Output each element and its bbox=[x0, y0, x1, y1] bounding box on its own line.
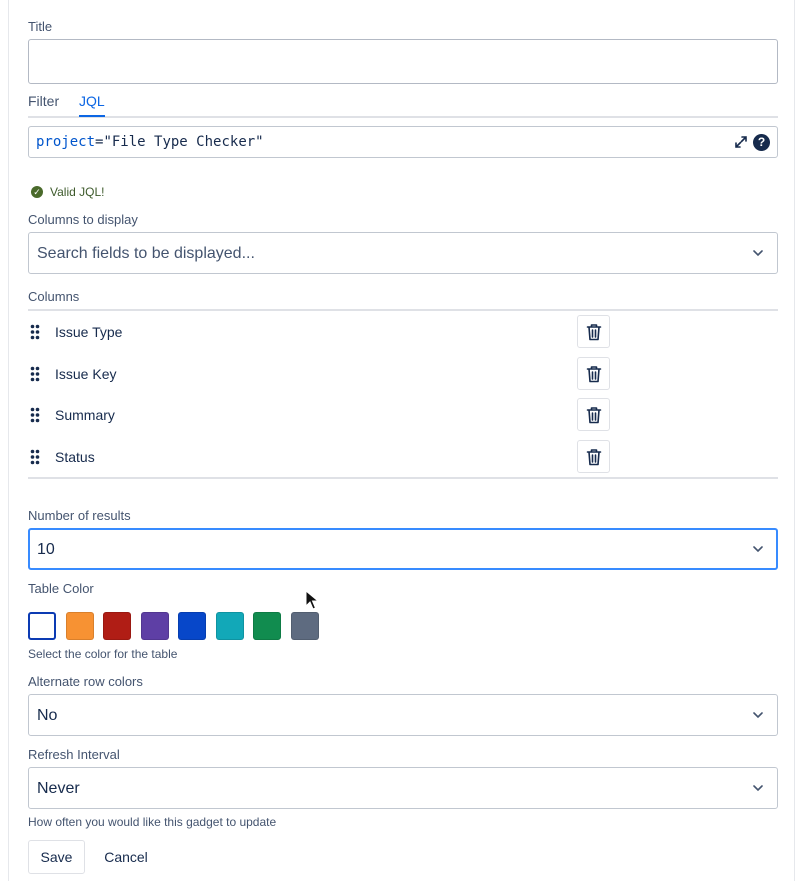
column-name: Issue Type bbox=[55, 324, 123, 340]
jql-query-text: project="File Type Checker" bbox=[36, 134, 264, 150]
check-circle-icon: ✓ bbox=[31, 186, 43, 198]
cancel-button[interactable]: Cancel bbox=[95, 840, 157, 874]
trash-icon bbox=[586, 449, 602, 466]
delete-column-button[interactable] bbox=[577, 398, 610, 431]
jql-editor[interactable]: project="File Type Checker" ? bbox=[28, 126, 778, 158]
chevron-down-icon bbox=[753, 546, 763, 553]
column-name: Status bbox=[55, 449, 95, 465]
table-color-label: Table Color bbox=[28, 581, 94, 596]
tab-filter[interactable]: Filter bbox=[28, 93, 59, 109]
alternate-row-colors-value: No bbox=[37, 707, 58, 724]
chevron-down-icon bbox=[753, 712, 763, 719]
color-swatch-teal[interactable] bbox=[216, 612, 244, 640]
table-color-hint: Select the color for the table bbox=[28, 647, 178, 661]
number-of-results-value: 10 bbox=[37, 541, 55, 558]
columns-divider-top bbox=[28, 309, 778, 311]
trash-icon bbox=[586, 324, 602, 341]
column-row: Issue Key bbox=[28, 357, 618, 391]
column-row: Issue Type bbox=[28, 315, 618, 349]
trash-icon bbox=[586, 366, 602, 383]
save-button[interactable]: Save bbox=[28, 840, 85, 874]
active-tab-indicator bbox=[79, 115, 105, 117]
columns-label: Columns bbox=[28, 289, 80, 304]
jql-valid-message: Valid JQL! bbox=[50, 185, 105, 199]
column-row: Status bbox=[28, 440, 618, 474]
refresh-interval-select[interactable]: Never bbox=[28, 767, 778, 809]
number-of-results-select[interactable]: 10 bbox=[28, 528, 778, 570]
alternate-row-colors-select[interactable]: No bbox=[28, 694, 778, 736]
chevron-down-icon bbox=[753, 250, 763, 257]
jql-value: "File Type Checker" bbox=[103, 134, 264, 150]
refresh-interval-hint: How often you would like this gadget to … bbox=[28, 815, 277, 829]
query-mode-tabs: Filter JQL bbox=[28, 92, 778, 118]
drag-handle-icon[interactable] bbox=[30, 366, 40, 382]
panel-left-edge bbox=[8, 0, 9, 881]
refresh-interval-label: Refresh Interval bbox=[28, 747, 120, 762]
delete-column-button[interactable] bbox=[577, 440, 610, 473]
column-name: Issue Key bbox=[55, 366, 117, 382]
delete-column-button[interactable] bbox=[577, 357, 610, 390]
refresh-interval-value: Never bbox=[37, 780, 80, 797]
column-row: Summary bbox=[28, 398, 618, 432]
delete-column-button[interactable] bbox=[577, 315, 610, 348]
columns-search-placeholder: Search fields to be displayed... bbox=[37, 245, 255, 262]
title-label: Title bbox=[28, 19, 53, 34]
color-swatch-gray[interactable] bbox=[291, 612, 319, 640]
mouse-pointer-icon bbox=[305, 590, 319, 610]
columns-to-display-label: Columns to display bbox=[28, 212, 138, 227]
chevron-down-icon bbox=[753, 785, 763, 792]
number-of-results-label: Number of results bbox=[28, 508, 131, 523]
columns-search-select[interactable]: Search fields to be displayed... bbox=[28, 232, 778, 274]
column-name: Summary bbox=[55, 407, 115, 423]
drag-handle-icon[interactable] bbox=[30, 449, 40, 465]
tab-jql[interactable]: JQL bbox=[79, 93, 105, 109]
color-swatch-orange[interactable] bbox=[66, 612, 94, 640]
question-circle-icon[interactable]: ? bbox=[753, 134, 770, 151]
trash-icon bbox=[586, 407, 602, 424]
jql-valid-status: ✓ Valid JQL! bbox=[31, 185, 104, 199]
jql-field: project bbox=[36, 134, 96, 150]
panel-right-edge bbox=[794, 0, 795, 881]
drag-handle-icon[interactable] bbox=[30, 324, 40, 340]
expand-diagonal-icon[interactable] bbox=[734, 135, 748, 149]
color-swatch-purple[interactable] bbox=[141, 612, 169, 640]
columns-divider-bottom bbox=[28, 477, 778, 479]
color-swatch-red[interactable] bbox=[103, 612, 131, 640]
title-input[interactable] bbox=[28, 39, 778, 84]
alternate-row-colors-label: Alternate row colors bbox=[28, 674, 143, 689]
drag-handle-icon[interactable] bbox=[30, 407, 40, 423]
color-swatch-green[interactable] bbox=[253, 612, 281, 640]
color-swatch-white[interactable] bbox=[28, 612, 56, 640]
color-swatch-blue[interactable] bbox=[178, 612, 206, 640]
